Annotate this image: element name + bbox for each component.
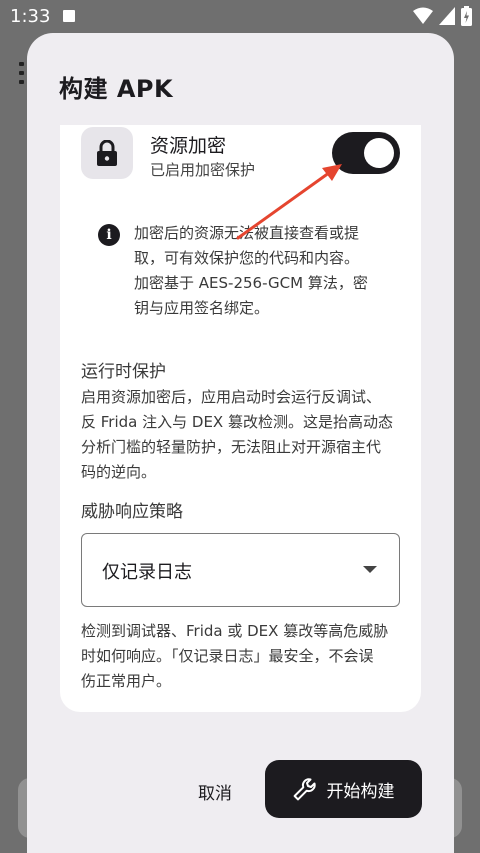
lock-icon bbox=[81, 127, 133, 179]
info-line: 钥与应用签名绑定。 bbox=[134, 299, 270, 317]
dialog-title: 构建 APK bbox=[59, 75, 174, 103]
cancel-button[interactable]: 取消 bbox=[185, 771, 245, 811]
resource-encryption-title: 资源加密 bbox=[150, 135, 227, 157]
start-build-label: 开始构建 bbox=[326, 781, 395, 802]
info-line: 取，可有效保护您的代码和内容。 bbox=[134, 249, 360, 267]
threat-policy-select[interactable]: 仅记录日志 bbox=[81, 533, 400, 607]
status-bar: 1:33 bbox=[0, 0, 480, 32]
dropdown-arrow-icon bbox=[363, 566, 377, 573]
policy-help-line: 伤正常用户。 bbox=[81, 672, 172, 690]
runtime-line: 反 Frida 注入与 DEX 篡改检测。这是抬高动态 bbox=[81, 413, 393, 431]
threat-policy-value: 仅记录日志 bbox=[102, 562, 192, 583]
status-icons bbox=[413, 6, 472, 26]
threat-policy-help: 检测到调试器、Frida 或 DEX 篡改等高危威胁 时如何响应。「仅记录日志」… bbox=[81, 619, 411, 694]
encryption-info-text: 加密后的资源无法被直接查看或提 取，可有效保护您的代码和内容。 加密基于 AES… bbox=[134, 221, 384, 321]
runtime-line: 分析门槛的轻量防护，无法阻止对开源宿主代 bbox=[81, 438, 382, 456]
threat-policy-label: 威胁响应策略 bbox=[81, 502, 183, 522]
wrench-icon bbox=[293, 778, 316, 801]
info-line: 加密后的资源无法被直接查看或提 bbox=[134, 224, 360, 242]
policy-help-line: 时如何响应。「仅记录日志」最安全，不会误 bbox=[81, 647, 374, 665]
runtime-protection-description: 启用资源加密后，应用启动时会运行反调试、 反 Frida 注入与 DEX 篡改检… bbox=[81, 385, 411, 485]
background-menu-icon bbox=[19, 62, 25, 88]
start-build-button[interactable]: 开始构建 bbox=[265, 760, 422, 818]
settings-card[interactable]: 资源加密 已启用加密保护 i 加密后的资源无法被直接查看或提 取，可有效保护您的… bbox=[60, 125, 421, 712]
runtime-line: 码的逆向。 bbox=[81, 463, 157, 481]
info-icon: i bbox=[98, 224, 120, 246]
build-apk-dialog: 构建 APK 资源加密 已启用加密保护 i 加密后的资源无法被直接查看或提 取，… bbox=[27, 33, 454, 853]
runtime-protection-title: 运行时保护 bbox=[81, 362, 166, 382]
notification-icon bbox=[63, 10, 75, 22]
signal-icon bbox=[439, 7, 455, 25]
info-line: 加密基于 AES-256-GCM 算法，密 bbox=[134, 274, 368, 292]
resource-encryption-toggle[interactable] bbox=[332, 132, 400, 174]
wifi-icon bbox=[413, 7, 433, 24]
status-time: 1:33 bbox=[10, 6, 51, 27]
resource-encryption-subtitle: 已启用加密保护 bbox=[150, 161, 256, 179]
policy-help-line: 检测到调试器、Frida 或 DEX 篡改等高危威胁 bbox=[81, 622, 389, 640]
edge-decoration bbox=[472, 808, 478, 844]
battery-icon bbox=[461, 6, 472, 26]
toggle-knob bbox=[364, 138, 394, 168]
runtime-line: 启用资源加密后，应用启动时会运行反调试、 bbox=[81, 388, 382, 406]
